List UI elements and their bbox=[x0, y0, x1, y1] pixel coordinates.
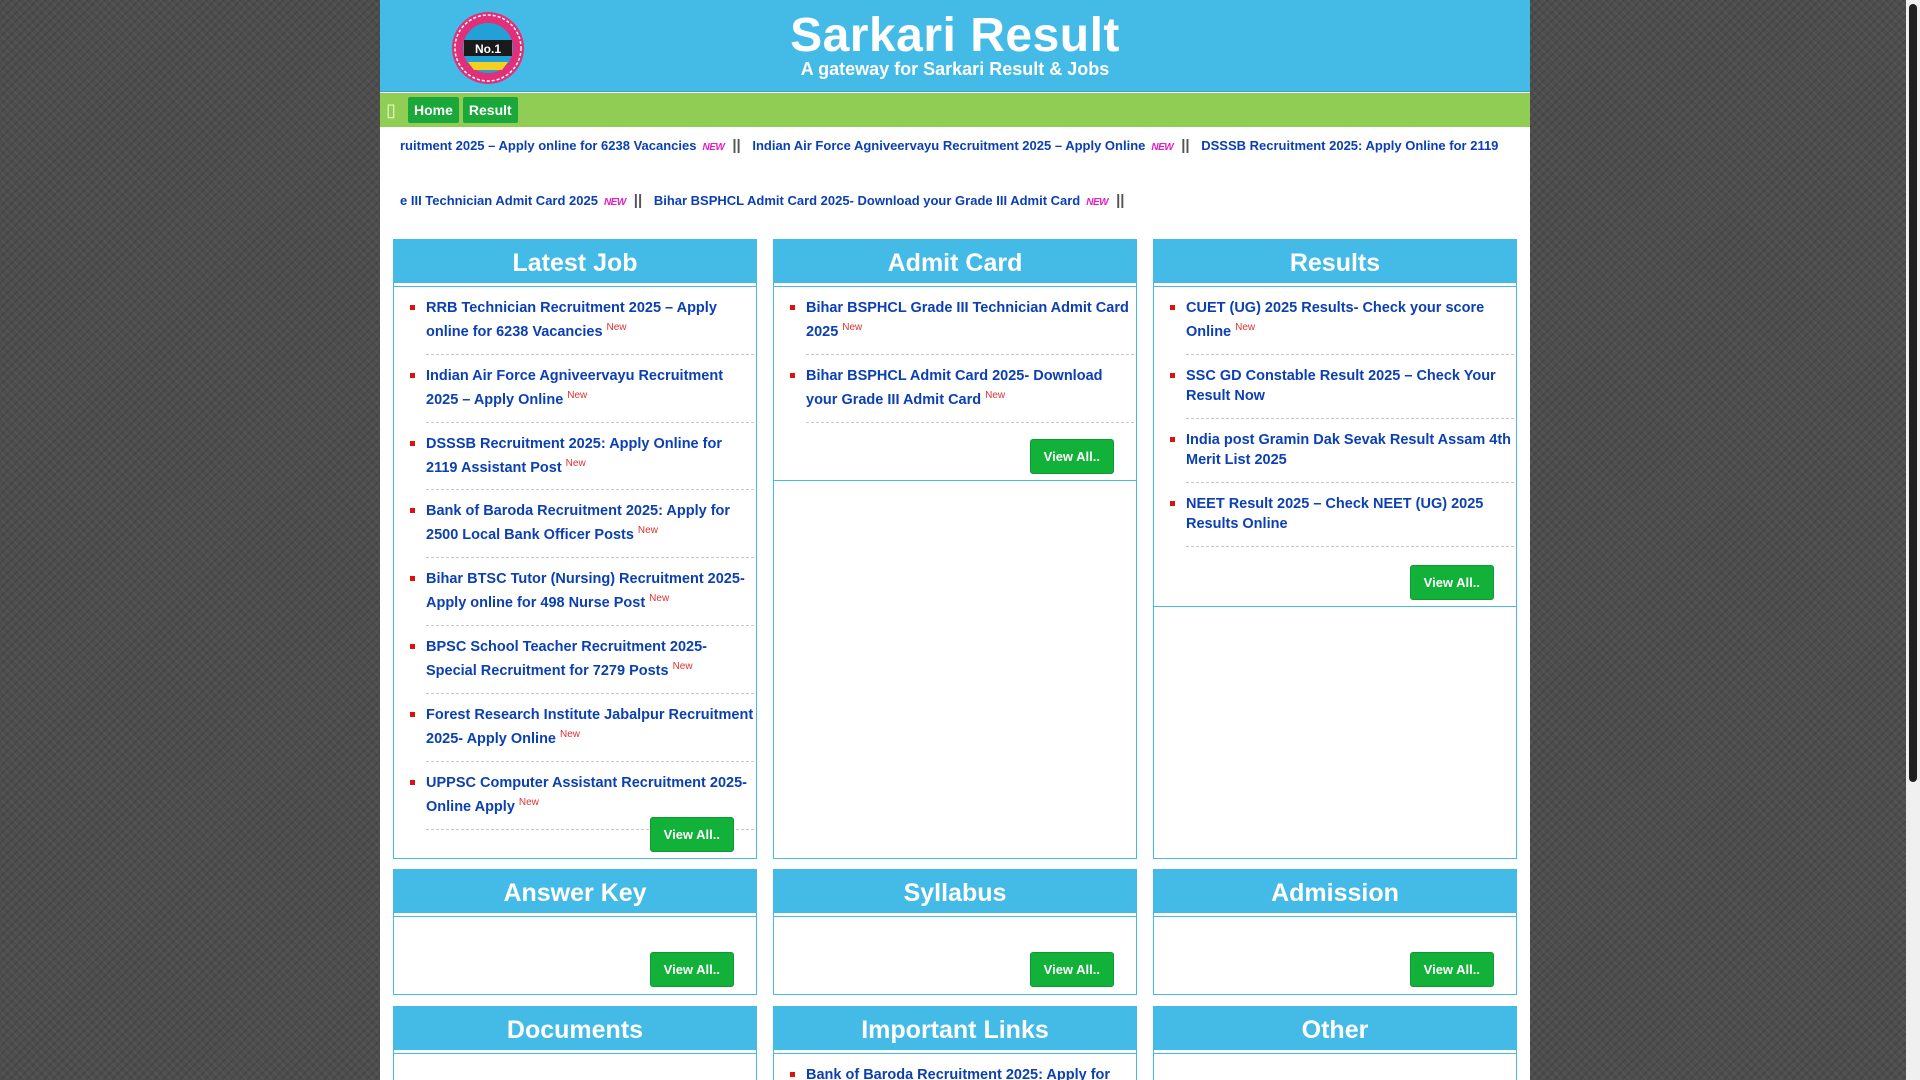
ticker-link[interactable]: Bihar BSPHCL Admit Card 2025- Download y… bbox=[654, 193, 1080, 208]
new-tag: New bbox=[560, 728, 581, 740]
new-tag: New bbox=[672, 661, 693, 673]
nav-result-button[interactable]: Result bbox=[462, 97, 518, 123]
documents-section: Documents bbox=[393, 1006, 757, 1080]
site-title: Sarkari Result bbox=[790, 9, 1120, 62]
page-scrollbar[interactable] bbox=[1906, 0, 1920, 1080]
syllabus-section: Syllabus View All.. bbox=[773, 869, 1137, 995]
important-links-list: Bank of Baroda Recruitment 2025: Apply f… bbox=[774, 1053, 1136, 1080]
new-tag: New bbox=[1235, 322, 1256, 333]
ticker-line-1: ruitment 2025 – Apply online for 6238 Va… bbox=[400, 137, 1510, 154]
latest-job-list: RRB Technician Recruitment 2025 – Apply … bbox=[394, 286, 756, 830]
new-tag: New bbox=[565, 457, 586, 469]
list-item-label[interactable]: SSC GD Constable Result 2025 – Check You… bbox=[1186, 368, 1496, 404]
menu-icon[interactable]: ▯ bbox=[386, 100, 402, 121]
ticker-link[interactable]: DSSSB Recruitment 2025: Apply Online for… bbox=[1201, 138, 1498, 153]
list-item[interactable]: CUET (UG) 2025 Results- Check your score… bbox=[1170, 298, 1514, 355]
syllabus-view-all-button[interactable]: View All.. bbox=[1029, 952, 1114, 987]
answer-key-view-all-button[interactable]: View All.. bbox=[649, 952, 734, 987]
list-item-label[interactable]: Bihar BSPHCL Admit Card 2025- Download y… bbox=[806, 368, 1103, 408]
section-title: Syllabus bbox=[773, 869, 1137, 917]
list-item[interactable]: Forest Research Institute Jabalpur Recru… bbox=[410, 705, 754, 762]
ticker-separator: || bbox=[633, 192, 643, 209]
new-tag: New bbox=[567, 389, 588, 401]
list-item-label[interactable]: CUET (UG) 2025 Results- Check your score… bbox=[1186, 300, 1484, 340]
new-tag: New bbox=[985, 389, 1006, 401]
latest-job-view-all-button[interactable]: View All.. bbox=[649, 817, 734, 852]
list-item-label[interactable]: DSSSB Recruitment 2025: Apply Online for… bbox=[426, 436, 722, 476]
new-badge-icon: NEW bbox=[702, 142, 725, 153]
ticker-line-2: e III Technician Admit Card 2025 NEW || Bi… bbox=[400, 192, 1510, 209]
ticker-separator: || bbox=[1116, 192, 1125, 209]
main-nav: ▯ Home Result bbox=[380, 93, 1530, 127]
results-list: CUET (UG) 2025 Results- Check your score… bbox=[1154, 286, 1516, 547]
ticker-separator: || bbox=[1181, 137, 1190, 154]
list-item[interactable]: India post Gramin Dak Sevak Result Assam… bbox=[1170, 430, 1514, 483]
list-item[interactable]: Bihar BSPHCL Grade III Technician Admit … bbox=[790, 298, 1134, 355]
list-item-label[interactable]: Bank of Baroda Recruitment 2025: Apply f… bbox=[426, 503, 730, 543]
nav-home-button[interactable]: Home bbox=[408, 97, 459, 123]
admit-card-section: Admit Card Bihar BSPHCL Grade III Techni… bbox=[773, 239, 1137, 859]
list-item[interactable]: Bank of Baroda Recruitment 2025: Apply f… bbox=[410, 501, 754, 559]
answer-key-section: Answer Key View All.. bbox=[393, 869, 757, 995]
results-section: Results CUET (UG) 2025 Results- Check yo… bbox=[1153, 239, 1517, 859]
section-title: Admit Card bbox=[773, 239, 1137, 287]
list-item-label[interactable]: RRB Technician Recruitment 2025 – Apply … bbox=[426, 300, 717, 340]
results-view-all-button[interactable]: View All.. bbox=[1409, 565, 1494, 600]
important-links-section: Important Links Bank of Baroda Recruitme… bbox=[773, 1006, 1137, 1080]
list-item[interactable]: Indian Air Force Agniveervayu Recruitmen… bbox=[410, 366, 754, 423]
ticker-link[interactable]: Indian Air Force Agniveervayu Recruitmen… bbox=[752, 138, 1145, 153]
list-item[interactable]: Bihar BTSC Tutor (Nursing) Recruitment 2… bbox=[410, 569, 754, 627]
list-item[interactable]: Bank of Baroda Recruitment 2025: Apply f… bbox=[790, 1065, 1134, 1080]
list-item-label[interactable]: India post Gramin Dak Sevak Result Assam… bbox=[1186, 432, 1511, 468]
list-item[interactable]: Bihar BSPHCL Admit Card 2025- Download y… bbox=[790, 366, 1134, 423]
list-item[interactable]: BPSC School Teacher Recruitment 2025- Sp… bbox=[410, 637, 754, 694]
new-tag: New bbox=[649, 593, 670, 605]
section-divider bbox=[1154, 606, 1516, 607]
section-title: Answer Key bbox=[393, 869, 757, 917]
admit-card-list: Bihar BSPHCL Grade III Technician Admit … bbox=[774, 286, 1136, 423]
site-header: No.1 Sarkari Result A gateway for Sarkar… bbox=[380, 0, 1530, 92]
admission-section: Admission View All.. bbox=[1153, 869, 1517, 995]
list-item-label[interactable]: BPSC School Teacher Recruitment 2025- Sp… bbox=[426, 639, 707, 679]
section-title: Admission bbox=[1153, 869, 1517, 917]
list-item[interactable]: DSSSB Recruitment 2025: Apply Online for… bbox=[410, 434, 754, 491]
list-item-label[interactable]: UPPSC Computer Assistant Recruitment 202… bbox=[426, 775, 747, 815]
new-tag: New bbox=[606, 322, 627, 333]
ticker-link[interactable]: e III Technician Admit Card 2025 bbox=[400, 193, 598, 208]
latest-job-section: Latest Job RRB Technician Recruitment 20… bbox=[393, 239, 757, 859]
news-ticker: ruitment 2025 – Apply online for 6238 Va… bbox=[380, 127, 1530, 241]
admission-view-all-button[interactable]: View All.. bbox=[1409, 952, 1494, 987]
ticker-separator: || bbox=[732, 137, 741, 154]
new-tag: New bbox=[842, 322, 863, 333]
site-tagline: A gateway for Sarkari Result & Jobs bbox=[800, 59, 1110, 79]
section-title: Results bbox=[1153, 239, 1517, 287]
new-badge-icon: NEW bbox=[1151, 142, 1174, 153]
list-item-label[interactable]: Indian Air Force Agniveervayu Recruitmen… bbox=[426, 368, 723, 408]
scrollbar-thumb[interactable] bbox=[1909, 4, 1917, 782]
other-section: Other bbox=[1153, 1006, 1517, 1080]
ticker-link[interactable]: ruitment 2025 – Apply online for 6238 Va… bbox=[400, 138, 696, 153]
list-item[interactable]: RRB Technician Recruitment 2025 – Apply … bbox=[410, 298, 754, 355]
list-item-label[interactable]: Bank of Baroda Recruitment 2025: Apply f… bbox=[806, 1067, 1110, 1080]
list-item-label[interactable]: Bihar BTSC Tutor (Nursing) Recruitment 2… bbox=[426, 571, 745, 611]
list-item-label[interactable]: Bihar BSPHCL Grade III Technician Admit … bbox=[806, 300, 1129, 340]
new-badge-icon: NEW bbox=[603, 197, 626, 208]
list-item-label[interactable]: Forest Research Institute Jabalpur Recru… bbox=[426, 707, 753, 747]
section-title: Latest Job bbox=[393, 239, 757, 287]
section-title: Documents bbox=[393, 1006, 757, 1054]
new-tag: New bbox=[518, 796, 539, 808]
new-tag: New bbox=[637, 525, 658, 537]
section-title: Important Links bbox=[773, 1006, 1137, 1054]
list-item[interactable]: NEET Result 2025 – Check NEET (UG) 2025 … bbox=[1170, 494, 1514, 547]
admit-card-view-all-button[interactable]: View All.. bbox=[1029, 439, 1114, 474]
list-item-label[interactable]: NEET Result 2025 – Check NEET (UG) 2025 … bbox=[1186, 496, 1483, 532]
page-container: No.1 Sarkari Result A gateway for Sarkar… bbox=[380, 0, 1530, 1080]
list-item[interactable]: SSC GD Constable Result 2025 – Check You… bbox=[1170, 366, 1514, 419]
section-divider bbox=[774, 480, 1136, 481]
new-badge-icon: NEW bbox=[1086, 197, 1109, 208]
section-title: Other bbox=[1153, 1006, 1517, 1054]
